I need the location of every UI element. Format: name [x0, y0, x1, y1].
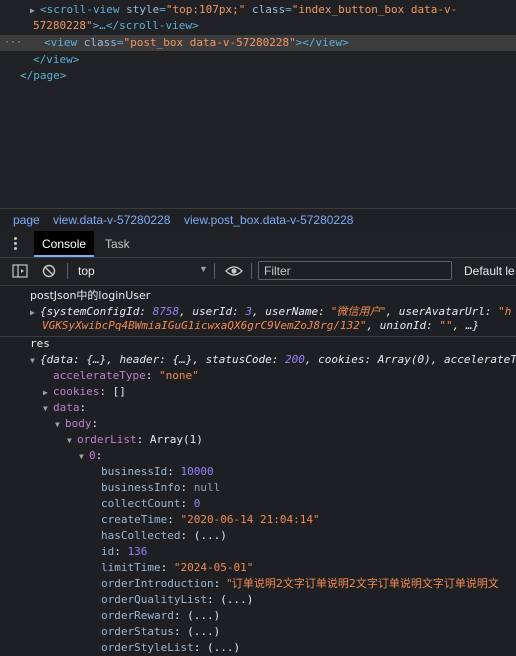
field-key: businessId — [101, 465, 168, 478]
order-field-row: businessInfo: null — [101, 481, 221, 494]
field-key: orderIntroduction — [101, 577, 214, 590]
more-dots-icon[interactable]: ··· — [4, 35, 22, 51]
drawer-tabbar: Console Task — [0, 231, 516, 258]
toolbar-divider — [214, 263, 215, 279]
expand-triangle-icon[interactable]: ▶ — [30, 305, 40, 321]
dom-node-scroll-view[interactable]: ▶ <scroll-view style="top:107px;" class="… — [30, 2, 457, 18]
field-key: orderReward — [101, 609, 174, 622]
order-field-row: createTime: "2020-06-14 21:04:14" — [101, 513, 320, 526]
field-value: 136 — [127, 545, 148, 558]
field-value[interactable]: (...) — [187, 609, 220, 622]
field-key: orderQualityList — [101, 593, 207, 606]
attr-value: 57280228" — [33, 19, 93, 32]
field-key: limitTime — [101, 561, 161, 574]
field-value[interactable]: (...) — [207, 641, 240, 654]
field-key: createTime — [101, 513, 168, 526]
order-field-row[interactable]: hasCollected: (...) — [101, 528, 227, 544]
breadcrumb: page view.data-v-57280228 view.post_box.… — [0, 208, 516, 232]
field-key: hasCollected — [101, 529, 181, 542]
breadcrumb-item-view[interactable]: view.data-v-57280228 — [53, 213, 170, 227]
console-toolbar: top ▼ Default le — [0, 258, 516, 286]
field-key: id — [101, 545, 115, 558]
attr-value: "top:107px;" — [165, 3, 246, 16]
field-value: 0 — [193, 497, 201, 510]
field-key: collectCount — [101, 497, 181, 510]
tag-close: </page> — [20, 69, 67, 82]
attr-name: class — [83, 36, 117, 49]
dom-node-close-view[interactable]: </view> — [33, 52, 79, 68]
dom-node-selected[interactable]: ··· <view class="post_box data-v-5728022… — [0, 35, 516, 51]
log-object-loginuser-cont: VGKSyXwibcPq4BWmiaIGuG1icwxaQX6grC9VemZo… — [42, 319, 480, 332]
field-key: orderStyleList — [101, 641, 194, 654]
field-value: "2024-05-01" — [173, 561, 254, 574]
clear-console-icon[interactable] — [42, 264, 56, 278]
kebab-menu-icon[interactable] — [14, 237, 17, 252]
dom-node-continuation: 57280228">…</scroll-view> — [33, 18, 199, 34]
tab-task[interactable]: Task — [97, 231, 138, 257]
attr-value: "post_box data-v-57280228" — [123, 36, 296, 49]
context-selector[interactable]: top — [78, 264, 95, 278]
field-value[interactable]: (...) — [187, 625, 220, 638]
toolbar-divider — [251, 263, 252, 279]
tag-close: >…</scroll-view> — [92, 19, 199, 32]
tag-name: <view — [44, 36, 78, 49]
dom-node-close-page[interactable]: </page> — [20, 68, 66, 84]
log-label-loginuser: postJson中的loginUser — [30, 289, 151, 302]
order-field-row[interactable]: orderStyleList: (...) — [101, 640, 240, 656]
prop-data[interactable]: ▼ data: — [43, 400, 86, 416]
prop-accelerate-type: accelerateType: "none" — [53, 369, 199, 382]
attr-name: style — [126, 3, 160, 16]
field-value: "订单说明2文字订单说明2文字订单说明文字订单说明文 — [226, 577, 499, 590]
log-separator — [0, 336, 516, 337]
attr-value: "index_button_box data-v- — [291, 3, 458, 16]
elements-panel: ▶ <scroll-view style="top:107px;" class="… — [0, 0, 516, 208]
toolbar-divider — [67, 263, 68, 279]
order-field-row: businessId: 10000 — [101, 465, 214, 478]
prop-body[interactable]: ▼ body: — [55, 416, 98, 432]
field-value: "2020-06-14 21:04:14" — [180, 513, 320, 526]
filter-input[interactable] — [258, 261, 452, 280]
order-field-row[interactable]: orderQualityList: (...) — [101, 592, 253, 608]
tag-close: </view> — [33, 53, 80, 66]
breadcrumb-item-post-box[interactable]: view.post_box.data-v-57280228 — [184, 213, 353, 227]
tag-close: ></view> — [295, 36, 349, 49]
dropdown-arrow-icon[interactable]: ▼ — [199, 264, 208, 274]
order-field-row[interactable]: orderReward: (...) — [101, 608, 220, 624]
collapse-triangle-icon[interactable]: ▼ — [79, 449, 89, 465]
field-key: businessInfo — [101, 481, 181, 494]
log-label-res: res — [30, 337, 50, 350]
collapse-triangle-icon[interactable]: ▼ — [30, 353, 40, 369]
breadcrumb-item-page[interactable]: page — [13, 213, 40, 227]
console-output: postJson中的loginUser ▶ {systemConfigId: 87… — [0, 286, 516, 656]
field-value[interactable]: (...) — [220, 593, 253, 606]
order-field-row[interactable]: orderStatus: (...) — [101, 624, 220, 640]
prop-order-list[interactable]: ▼ orderList: Array(1) — [67, 432, 203, 448]
field-value: null — [193, 481, 221, 494]
eye-icon[interactable] — [225, 265, 243, 277]
log-object-res[interactable]: ▼ {data: {…}, header: {…}, statusCode: 20… — [30, 352, 516, 368]
attr-name: class — [251, 3, 286, 16]
sidebar-toggle-icon[interactable] — [12, 264, 28, 278]
order-field-row: limitTime: "2024-05-01" — [101, 561, 254, 574]
order-field-row: orderIntroduction: "订单说明2文字订单说明2文字订单说明文字… — [101, 577, 499, 590]
log-levels-dropdown[interactable]: Default le — [464, 264, 515, 278]
prop-index-0[interactable]: ▼ 0: — [79, 448, 102, 464]
field-key: orderStatus — [101, 625, 174, 638]
order-field-row: collectCount: 0 — [101, 497, 201, 510]
field-value: 10000 — [180, 465, 214, 478]
tab-console[interactable]: Console — [34, 231, 95, 257]
expand-triangle-icon[interactable]: ▶ — [43, 385, 53, 401]
expand-triangle-icon[interactable]: ▶ — [30, 3, 40, 19]
tag-name: <scroll-view — [40, 3, 120, 16]
collapse-triangle-icon[interactable]: ▼ — [43, 401, 53, 417]
collapse-triangle-icon[interactable]: ▼ — [55, 417, 65, 433]
prop-cookies[interactable]: ▶ cookies: [] — [43, 384, 126, 400]
order-field-row: id: 136 — [101, 545, 148, 558]
collapse-triangle-icon[interactable]: ▼ — [67, 433, 77, 449]
field-value[interactable]: (...) — [194, 529, 227, 542]
